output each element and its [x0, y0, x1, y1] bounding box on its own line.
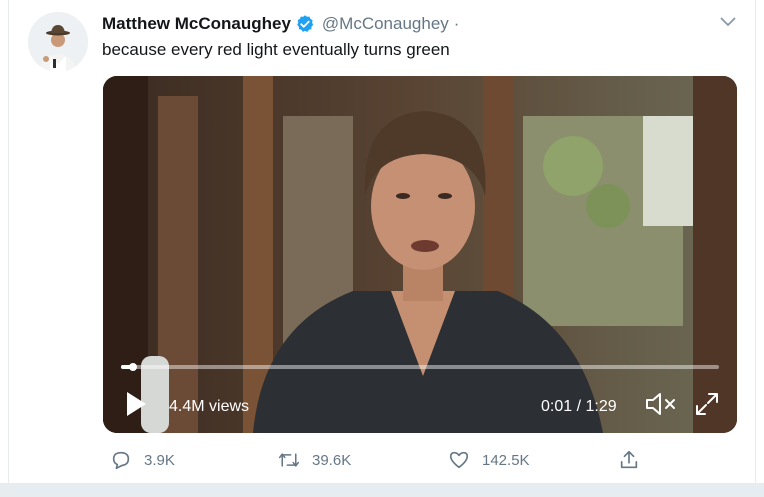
fullscreen-icon	[694, 391, 720, 422]
video-progress-bar[interactable]	[121, 363, 719, 371]
video-progress-handle[interactable]	[128, 363, 137, 371]
mute-button[interactable]	[644, 391, 680, 421]
share-icon	[618, 449, 640, 471]
video-time: 0:01 / 1:29	[541, 398, 617, 415]
tweet-card[interactable]: Matthew McConaughey @McConaughey · becau…	[8, 0, 756, 483]
tweet-text: because every red light eventually turns…	[102, 40, 450, 59]
verified-badge-icon	[295, 14, 315, 34]
retweet-icon	[278, 449, 300, 471]
tweet-actions: 3.9K 39.6K 142.5K	[102, 446, 662, 474]
video-player[interactable]: 4.4M views 0:01 / 1:29	[103, 76, 737, 433]
retweet-button[interactable]: 39.6K	[278, 446, 351, 474]
more-options-button[interactable]	[717, 12, 739, 34]
fullscreen-button[interactable]	[692, 391, 722, 421]
timeline-background	[0, 483, 764, 497]
author-handle[interactable]: @McConaughey	[322, 14, 449, 34]
author-display-name[interactable]: Matthew McConaughey	[102, 14, 291, 34]
like-button[interactable]: 142.5K	[448, 446, 530, 474]
play-icon	[125, 391, 147, 422]
video-frame	[103, 76, 737, 433]
retweet-count: 39.6K	[312, 451, 352, 469]
chevron-down-icon	[720, 14, 736, 32]
header-separator: ·	[453, 14, 460, 33]
share-button[interactable]	[618, 446, 640, 474]
mute-icon	[645, 391, 679, 422]
play-button[interactable]	[121, 391, 151, 421]
like-count: 142.5K	[482, 451, 530, 469]
reply-count: 3.9K	[144, 451, 175, 469]
reply-icon	[110, 449, 132, 471]
tweet-header: Matthew McConaughey @McConaughey ·	[102, 13, 459, 35]
avatar[interactable]	[28, 12, 88, 72]
like-icon	[448, 449, 470, 471]
view-count: 4.4M views	[169, 398, 250, 415]
reply-button[interactable]: 3.9K	[110, 446, 175, 474]
